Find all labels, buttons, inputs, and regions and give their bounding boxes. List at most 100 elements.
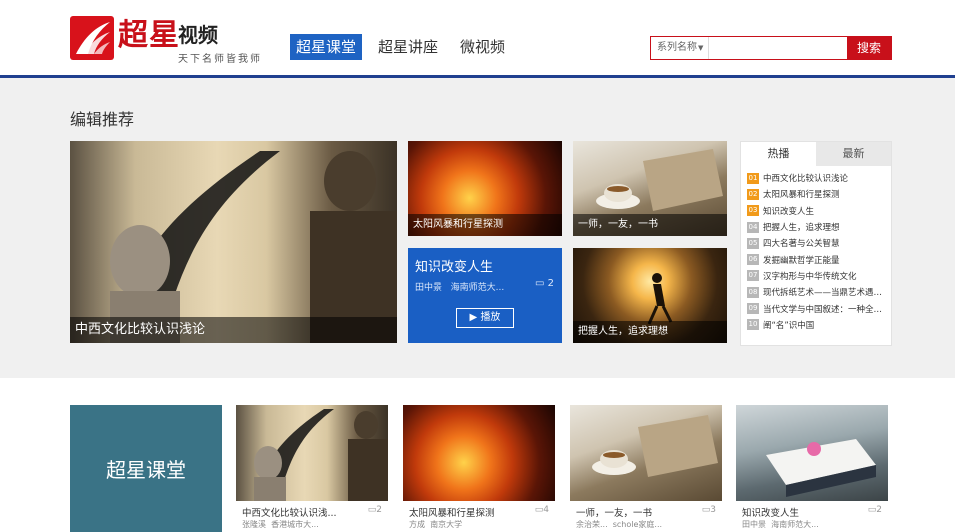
featured-video-sun[interactable]: 太阳风暴和行星探测: [408, 141, 562, 236]
nav-item-chaoxing-classroom[interactable]: 超星课堂: [290, 34, 363, 60]
featured-video-sun-caption: 太阳风暴和行星探测: [408, 214, 562, 236]
book-image-art: [766, 439, 876, 497]
site-logo[interactable]: 超星 视频 天下名师皆我师: [70, 16, 270, 65]
featured-video-sunset[interactable]: 把握人生，追求理想: [573, 248, 727, 343]
rank-number: 04: [747, 221, 759, 233]
list-item[interactable]: 08 现代拆纸艺术——当鼎艺术遇上...: [747, 284, 885, 300]
rank-label: 现代拆纸艺术——当鼎艺术遇上...: [763, 288, 885, 299]
rank-number: 01: [747, 172, 759, 184]
ranking-panel: 热播 最新 01 中西文化比较认识浅论 02 太阳风暴和行星探测 03 知识改变人生 …: [740, 141, 892, 346]
feature-card-count-value: 2: [547, 278, 554, 289]
course-meta: 余治荣... schole家庭...: [576, 519, 662, 530]
search-button[interactable]: 搜索: [847, 36, 891, 60]
rank-number: 10: [747, 319, 759, 331]
feature-card[interactable]: 知识改变人生 田中景 海南师范大... ▭ 2 ▶ 播放: [408, 248, 562, 343]
feature-card-meta: 田中景 海南师范大...: [415, 280, 504, 293]
feature-card-count: ▭ 2: [535, 278, 554, 289]
search-category-label: 系列名称: [657, 42, 697, 53]
course-meta: 田中景 海南师范大...: [742, 519, 819, 530]
course-count-value: 2: [376, 505, 382, 515]
rank-number: 03: [747, 205, 759, 217]
tab-latest[interactable]: 最新: [816, 142, 891, 166]
course-section-title[interactable]: 超星课堂: [70, 405, 222, 532]
course-meta: 张隆溪 香港城市大...: [242, 519, 319, 530]
episodes-icon: ▭: [534, 278, 545, 289]
course-card[interactable]: 太阳风暴和行星探测 ▭4 方成 南京大学: [403, 405, 555, 532]
rank-label: 把握人生，追求理想: [763, 223, 840, 234]
course-count-value: 4: [543, 505, 549, 515]
rank-label: 当代文学与中国叙述：一种全球...: [763, 304, 885, 315]
editor-picks-title: 编辑推荐: [70, 110, 135, 129]
course-count-value: 2: [876, 505, 882, 515]
course-count-value: 3: [710, 505, 716, 515]
rank-label: 汉字构形与中华传统文化: [763, 271, 857, 282]
course-author: 余治荣...: [576, 520, 608, 529]
ranking-tabs: 热播 最新: [741, 142, 891, 166]
episodes-icon: ▭: [534, 505, 544, 515]
course-school: 海南师范大...: [771, 520, 819, 529]
episodes-icon: ▭: [367, 505, 377, 515]
course-thumbnail: [403, 405, 555, 501]
list-item[interactable]: 06 发掘幽默哲学正能量: [747, 251, 885, 267]
course-author: 田中景: [742, 520, 766, 529]
course-title: 中西文化比较认识浅...: [242, 508, 337, 519]
statues-image-art: [110, 151, 397, 343]
rank-label: 中西文化比较认识浅论: [763, 174, 849, 185]
search-bar: 系列名称▼ 搜索: [650, 36, 892, 60]
list-item[interactable]: 07 汉字构形与中华传统文化: [747, 268, 885, 284]
rank-label: 阐“名”识中国: [763, 320, 815, 331]
featured-video-main-caption: 中西文化比较认识浅论: [70, 317, 397, 343]
course-author: 张隆溪: [242, 520, 266, 529]
course-card[interactable]: 知识改变人生 ▭2 田中景 海南师范大...: [736, 405, 888, 532]
search-input[interactable]: [709, 37, 849, 59]
course-school: 香港城市大...: [271, 520, 319, 529]
list-item[interactable]: 02 太阳风暴和行星探测: [747, 186, 885, 202]
rank-number: 08: [747, 286, 759, 298]
nav-item-micro-video[interactable]: 微视频: [454, 34, 511, 60]
rank-number: 02: [747, 188, 759, 200]
logo-brand-text: 超星: [118, 18, 180, 53]
feature-card-title: 知识改变人生: [415, 260, 494, 275]
nav-item-chaoxing-lecture[interactable]: 超星讲座: [372, 34, 444, 60]
tab-hot[interactable]: 热播: [741, 142, 816, 166]
play-button[interactable]: ▶ 播放: [456, 308, 514, 328]
rank-label: 四大名著与公关智慧: [763, 239, 840, 250]
rank-number: 07: [747, 270, 759, 282]
list-item[interactable]: 05 四大名著与公关智慧: [747, 235, 885, 251]
logo-video-text: 视频: [178, 23, 218, 47]
feature-card-school: 海南师范大...: [450, 283, 505, 293]
statues-image-art: [254, 409, 388, 501]
list-item[interactable]: 09 当代文学与中国叙述：一种全球...: [747, 300, 885, 316]
rank-label: 发掘幽默哲学正能量: [763, 255, 840, 266]
list-item[interactable]: 04 把握人生，追求理想: [747, 219, 885, 235]
rank-number: 06: [747, 254, 759, 266]
list-item[interactable]: 03 知识改变人生: [747, 203, 885, 219]
featured-video-main[interactable]: 中西文化比较认识浅论: [70, 141, 397, 343]
course-author: 方成: [409, 520, 425, 529]
feature-card-author: 田中景: [415, 283, 443, 293]
tea-image-art: [592, 415, 718, 477]
course-card[interactable]: 中西文化比较认识浅... ▭2 张隆溪 香港城市大...: [236, 405, 388, 532]
play-icon: ▶: [469, 312, 478, 323]
course-count: ▭2: [368, 505, 382, 515]
course-thumbnail: [570, 405, 722, 501]
featured-video-tea-caption: 一师，一友，一书: [573, 214, 727, 236]
rank-label: 知识改变人生: [763, 206, 815, 217]
course-school: schole家庭...: [612, 520, 663, 529]
course-thumbnail: [736, 405, 888, 501]
featured-video-sunset-caption: 把握人生，追求理想: [573, 321, 727, 343]
list-item[interactable]: 10 阐“名”识中国: [747, 317, 885, 333]
episodes-icon: ▭: [867, 505, 877, 515]
featured-video-tea[interactable]: 一师，一友，一书: [573, 141, 727, 236]
list-item[interactable]: 01 中西文化比较认识浅论: [747, 170, 885, 186]
course-school: 南京大学: [430, 520, 463, 529]
course-count: ▭2: [868, 505, 882, 515]
rank-number: 09: [747, 303, 759, 315]
play-button-label: 播放: [480, 312, 501, 323]
course-card[interactable]: 一师，一友，一书 ▭3 余治荣... schole家庭...: [570, 405, 722, 532]
search-category-select[interactable]: 系列名称▼: [651, 37, 709, 59]
course-count: ▭4: [535, 505, 549, 515]
chaoxing-logo-icon: [70, 16, 114, 60]
course-meta: 方成 南京大学: [409, 519, 462, 530]
episodes-icon: ▭: [701, 505, 711, 515]
